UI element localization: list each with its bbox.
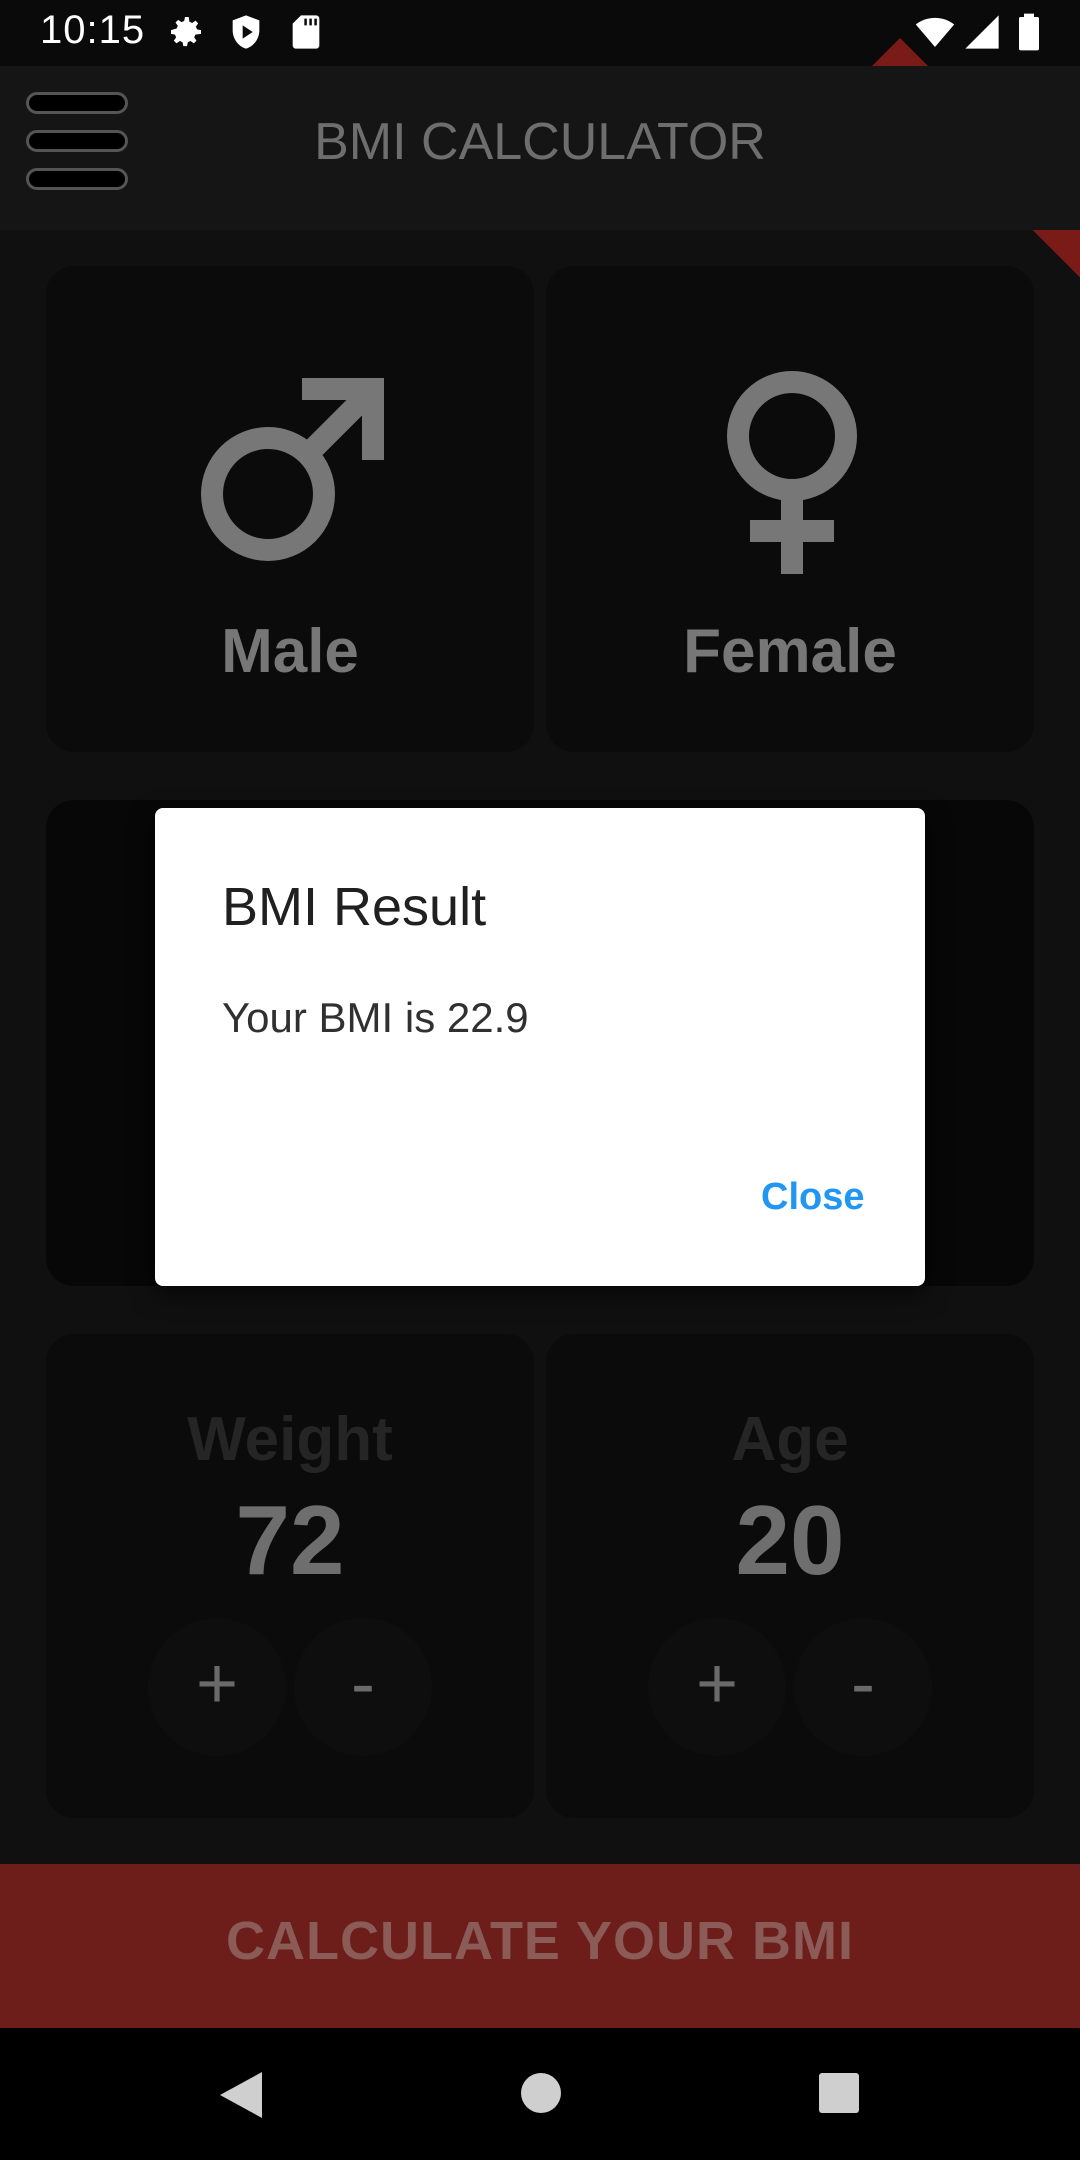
age-increment-button[interactable]: + (648, 1618, 786, 1756)
bmi-result-dialog: BMI Result Your BMI is 22.9 Close (155, 808, 925, 1286)
female-label: Female (683, 617, 897, 686)
age-card: Age 20 + - (546, 1334, 1034, 1818)
male-symbol-icon (201, 378, 384, 561)
calculate-button-label: CALCULATE YOUR BMI (226, 1911, 854, 1971)
age-value: 20 (735, 1485, 845, 1595)
app-title: BMI CALCULATOR (314, 113, 766, 171)
wifi-icon (915, 17, 955, 47)
shield-icon (232, 15, 260, 49)
status-time: 10:15 (40, 8, 146, 52)
back-icon[interactable] (218, 2070, 264, 2120)
settings-icon (171, 17, 201, 47)
dialog-title: BMI Result (222, 877, 487, 937)
battery-icon (1019, 13, 1039, 51)
close-button[interactable]: Close (755, 1172, 870, 1223)
weight-increment-button[interactable]: + (148, 1618, 286, 1756)
male-label: Male (221, 617, 359, 686)
signal-icon (965, 15, 999, 49)
home-icon[interactable] (520, 2072, 562, 2114)
weight-card: Weight 72 + - (46, 1334, 534, 1818)
female-card[interactable]: Female (546, 266, 1034, 752)
female-symbol-icon (727, 371, 857, 574)
weight-value: 72 (235, 1485, 345, 1595)
weight-decrement-button[interactable]: - (294, 1618, 432, 1756)
sd-card-icon (292, 15, 320, 49)
navigation-bar (0, 2028, 1080, 2160)
dialog-message: Your BMI is 22.9 (222, 994, 529, 1041)
recents-icon[interactable] (818, 2072, 860, 2114)
age-label: Age (731, 1405, 849, 1474)
male-card[interactable]: Male (46, 266, 534, 752)
age-decrement-button[interactable]: - (794, 1618, 932, 1756)
weight-label: Weight (187, 1405, 393, 1474)
